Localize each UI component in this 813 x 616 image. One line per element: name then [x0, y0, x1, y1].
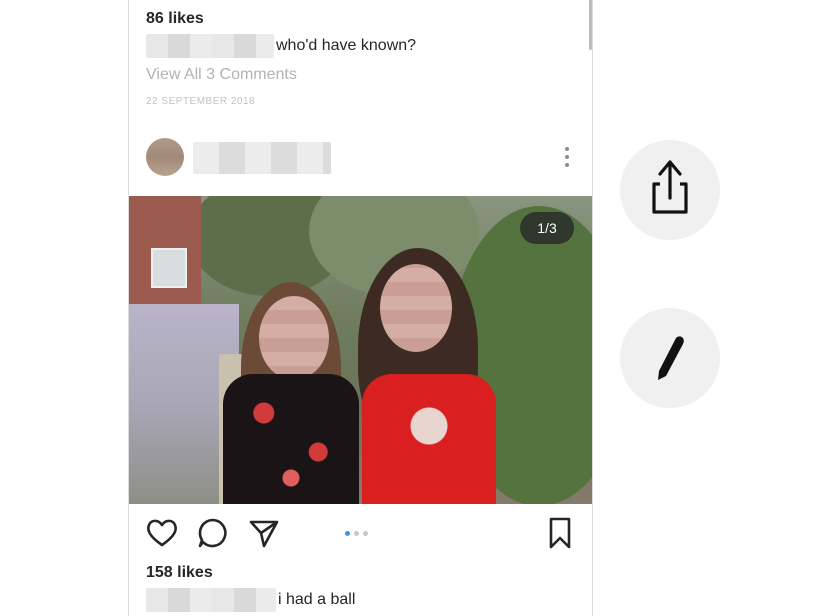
likes-count[interactable]: 158 likes: [146, 564, 213, 582]
comment-icon[interactable]: [196, 516, 230, 550]
post-feed: 86 likes who'd have known? View All 3 Co…: [128, 0, 593, 616]
more-vertical-icon[interactable]: [564, 147, 570, 169]
caption: who'd have known?: [146, 34, 416, 58]
share-icon: [652, 160, 688, 214]
post-date: 22 SEPTEMBER 2018: [146, 96, 256, 107]
share-button[interactable]: [620, 140, 720, 240]
caption: i had a ball: [146, 588, 355, 612]
bookmark-icon[interactable]: [543, 516, 577, 550]
caption-text: who'd have known?: [276, 37, 417, 54]
heart-icon[interactable]: [145, 516, 179, 550]
send-icon[interactable]: [247, 516, 281, 550]
person-right: [354, 248, 504, 504]
edit-button[interactable]: [620, 308, 720, 408]
scrollbar[interactable]: [589, 0, 592, 50]
carousel-indicator: [345, 531, 368, 536]
image-counter-badge: 1/3: [520, 212, 574, 244]
action-bar: [129, 512, 592, 556]
post-photo[interactable]: [129, 196, 592, 504]
username-blurred[interactable]: [193, 142, 331, 174]
caption-text: i had a ball: [278, 591, 356, 608]
pencil-icon: [658, 336, 684, 380]
view-comments-link[interactable]: View All 3 Comments: [146, 66, 297, 84]
username-blurred[interactable]: [146, 34, 274, 58]
avatar[interactable]: [146, 138, 184, 176]
likes-count[interactable]: 86 likes: [146, 10, 204, 28]
person-left: [223, 282, 359, 504]
username-blurred[interactable]: [146, 588, 276, 612]
